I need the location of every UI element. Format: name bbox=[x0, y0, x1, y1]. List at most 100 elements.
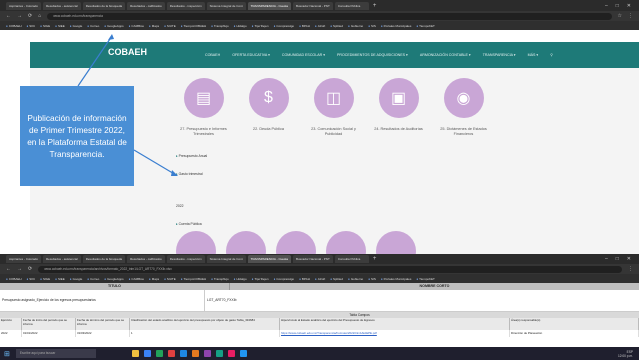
taskbar-app-icon[interactable] bbox=[203, 350, 211, 357]
bookmark-item[interactable]: TiempoKET bbox=[416, 277, 435, 281]
taskbar-app-icon[interactable] bbox=[215, 350, 223, 357]
minimize-icon[interactable]: – bbox=[605, 256, 608, 262]
nav-item[interactable]: COMUNIDAD ESCOLAR ▾ bbox=[282, 53, 325, 57]
taskbar-app-icon[interactable] bbox=[179, 350, 187, 357]
minimize-icon[interactable]: – bbox=[605, 3, 608, 9]
reload-icon[interactable]: ⟳ bbox=[28, 266, 32, 272]
bookmark-item[interactable]: ComprasHgo bbox=[274, 277, 294, 281]
bookmark-item[interactable]: Gobierno bbox=[348, 24, 363, 28]
bookmark-item[interactable]: Tipo'Dejen bbox=[252, 24, 268, 28]
bookmark-item[interactable]: Correo bbox=[87, 277, 99, 281]
bookmark-item[interactable]: Google bbox=[70, 24, 83, 28]
taskbar-app-icon[interactable] bbox=[191, 350, 199, 357]
bookmark-item[interactable]: Google bbox=[70, 277, 83, 281]
bookmark-item[interactable]: Maps bbox=[149, 277, 159, 281]
bookmark-item[interactable]: CAMBios bbox=[129, 24, 144, 28]
browser-tab[interactable]: Resultados - inspección bbox=[166, 255, 205, 263]
taskbar-app-icon[interactable] bbox=[155, 350, 163, 357]
bookmark-item[interactable]: Alzoft bbox=[315, 24, 326, 28]
forward-icon[interactable]: → bbox=[17, 13, 22, 19]
star-icon[interactable]: ☆ bbox=[618, 13, 622, 19]
section-link[interactable]: 2022 bbox=[176, 204, 207, 208]
bookmark-item[interactable]: Alzoft bbox=[315, 277, 326, 281]
bookmark-item[interactable]: GoogleApps bbox=[104, 24, 124, 28]
new-tab-icon[interactable]: + bbox=[373, 256, 377, 262]
money-icon[interactable]: $ bbox=[248, 78, 289, 118]
section-link[interactable]: Gasto trimestral bbox=[176, 172, 207, 176]
bookmark-item[interactable]: COBAEH bbox=[6, 24, 22, 28]
bookmark-item[interactable]: COBAEH bbox=[6, 277, 22, 281]
maximize-icon[interactable]: □ bbox=[616, 256, 619, 262]
bookmark-item[interactable]: Gobierno bbox=[348, 277, 363, 281]
bookmark-item[interactable]: Portales Municipales bbox=[381, 24, 412, 28]
bookmark-item[interactable]: SIIC bbox=[26, 277, 35, 281]
new-tab-icon[interactable]: + bbox=[373, 3, 377, 9]
browser-tab[interactable]: Resultados de la búsqueda bbox=[82, 255, 126, 263]
bookmark-item[interactable]: Transpflujo bbox=[211, 24, 229, 28]
browser-tab[interactable]: TRANSPARENCIA - Cuesta bbox=[247, 1, 291, 10]
bookmark-item[interactable]: SIEE bbox=[55, 24, 65, 28]
bookmark-item[interactable]: Hidalgo bbox=[234, 277, 246, 281]
bookmark-item[interactable]: Splitted bbox=[330, 277, 343, 281]
browser-tab[interactable]: TRANSPARENCIA - Cuesta bbox=[247, 255, 291, 263]
nav-item[interactable]: TRANSPARENCIA ▾ bbox=[483, 53, 516, 57]
cell-value[interactable]: 2022 bbox=[0, 330, 22, 337]
megaphone-icon[interactable]: ◫ bbox=[313, 78, 354, 118]
bookmark-item[interactable]: Hidalgo bbox=[234, 24, 246, 28]
bookmark-item[interactable]: SIEE bbox=[55, 277, 65, 281]
nav-item[interactable]: COBAEH bbox=[205, 53, 220, 57]
browser-tab[interactable]: Resultados - asistencial bbox=[43, 255, 81, 263]
bookmark-item[interactable]: SIGE bbox=[40, 277, 50, 281]
bookmark-item[interactable]: ComprasHgo bbox=[274, 24, 294, 28]
browser-tab[interactable]: Sistema Integral de Cont bbox=[206, 1, 246, 10]
bookmark-item[interactable]: SIUTE bbox=[164, 24, 176, 28]
bookmark-item[interactable]: BPAH bbox=[299, 277, 310, 281]
nav-item[interactable]: MÁS ▾ bbox=[528, 53, 539, 57]
section-link[interactable]: Presupuesto Anual bbox=[176, 154, 207, 158]
audit-icon[interactable]: ▣ bbox=[378, 78, 419, 118]
bookmark-item[interactable]: Portales Municipales bbox=[381, 277, 412, 281]
bookmark-item[interactable]: TiempoCOBAEH bbox=[181, 277, 207, 281]
browser-tab[interactable]: Resultados - calificados bbox=[127, 1, 165, 10]
back-icon[interactable]: ← bbox=[6, 266, 11, 272]
bookmark-item[interactable]: CAMBios bbox=[129, 277, 144, 281]
browser-tab[interactable]: Aspirantes - Colorado bbox=[6, 1, 42, 10]
nav-item[interactable]: ARMONIZACIÓN CONTABLE ▾ bbox=[420, 53, 471, 57]
short-name-value[interactable]: LGT_ART70_FXXIb bbox=[205, 290, 639, 311]
start-icon[interactable]: ⊞ bbox=[4, 350, 10, 358]
menu-icon[interactable]: ⋮ bbox=[628, 13, 633, 19]
bookmark-item[interactable]: TiempoKET bbox=[416, 24, 435, 28]
cell-value[interactable]: 31/03/2022 bbox=[76, 330, 130, 337]
bookmark-item[interactable]: Tipo'Dejen bbox=[252, 277, 268, 281]
forward-icon[interactable]: → bbox=[17, 266, 22, 272]
site-logo[interactable]: COBAEH bbox=[108, 47, 168, 61]
bookmark-item[interactable]: BPAH bbox=[299, 24, 310, 28]
browser-tab[interactable]: Buscador Nacional - PNT bbox=[292, 255, 333, 263]
cell-value[interactable]: 01/01/2022 bbox=[22, 330, 76, 337]
bookmark-item[interactable]: TiempoCOBAEH bbox=[181, 24, 207, 28]
nav-item[interactable]: OFERTA EDUCATIVA ▾ bbox=[232, 53, 270, 57]
browser-tab[interactable]: Resultados - calificados bbox=[127, 255, 165, 263]
browser-tab[interactable]: Resultados de la búsqueda bbox=[82, 1, 126, 10]
taskbar-search[interactable]: Escribe aquí para buscar bbox=[15, 349, 96, 358]
bookmark-item[interactable]: GoogleApps bbox=[104, 277, 124, 281]
bookmark-item[interactable]: Splitted bbox=[330, 24, 343, 28]
nav-item[interactable]: PROCEDIMIENTOS DE ADQUISICIONES ▾ bbox=[337, 53, 408, 57]
cell-value[interactable]: Dirección de Planeación bbox=[510, 330, 639, 337]
taskbar-app-icon[interactable] bbox=[239, 350, 247, 357]
search-icon[interactable]: ⚲ bbox=[550, 53, 553, 57]
close-icon[interactable]: ✕ bbox=[627, 256, 631, 262]
transparency-card[interactable]: ◫ 23. Comunicación Social y Publicidad bbox=[306, 78, 361, 137]
transparency-card[interactable]: $22. Deuda Pública bbox=[241, 78, 296, 137]
cell-value[interactable]: https://www.cobaeh.edu.mx/Transparencia/… bbox=[280, 330, 510, 337]
section-link[interactable]: Cuenta Pública bbox=[176, 222, 207, 226]
system-tray[interactable]: ESP 12:00 p.m. bbox=[618, 350, 639, 358]
bookmark-item[interactable]: Correo bbox=[87, 24, 99, 28]
browser-tab[interactable]: Resultados - asistencial bbox=[43, 1, 81, 10]
home-icon[interactable]: ⌂ bbox=[38, 13, 41, 19]
transparency-card[interactable]: ▣ 24. Resultados de Auditorías bbox=[371, 78, 426, 137]
taskbar-app-icon[interactable] bbox=[131, 350, 139, 357]
back-icon[interactable]: ← bbox=[6, 13, 11, 19]
url-input[interactable]: www.cobaeh.edu.mx/transparencia bbox=[47, 12, 612, 20]
reload-icon[interactable]: ⟳ bbox=[28, 13, 32, 19]
